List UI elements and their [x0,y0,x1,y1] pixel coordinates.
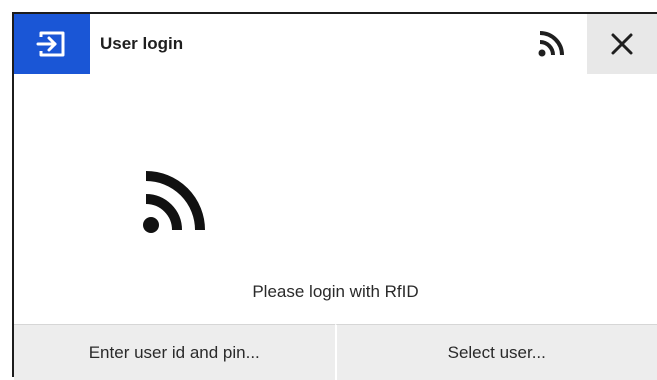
close-button[interactable] [587,14,657,74]
dialog-title: User login [100,14,183,74]
dialog-footer: Enter user id and pin... Select user... [14,324,657,379]
rfid-icon [519,14,583,74]
login-icon [14,14,90,74]
enter-user-id-button[interactable]: Enter user id and pin... [14,324,335,380]
select-user-button[interactable]: Select user... [335,324,657,380]
dialog-header: User login [14,14,657,74]
close-icon [609,31,635,57]
rfid-icon [138,166,210,238]
login-dialog: User login Please login with RfID Enter … [12,12,657,377]
login-message: Please login with RfID [14,282,657,302]
